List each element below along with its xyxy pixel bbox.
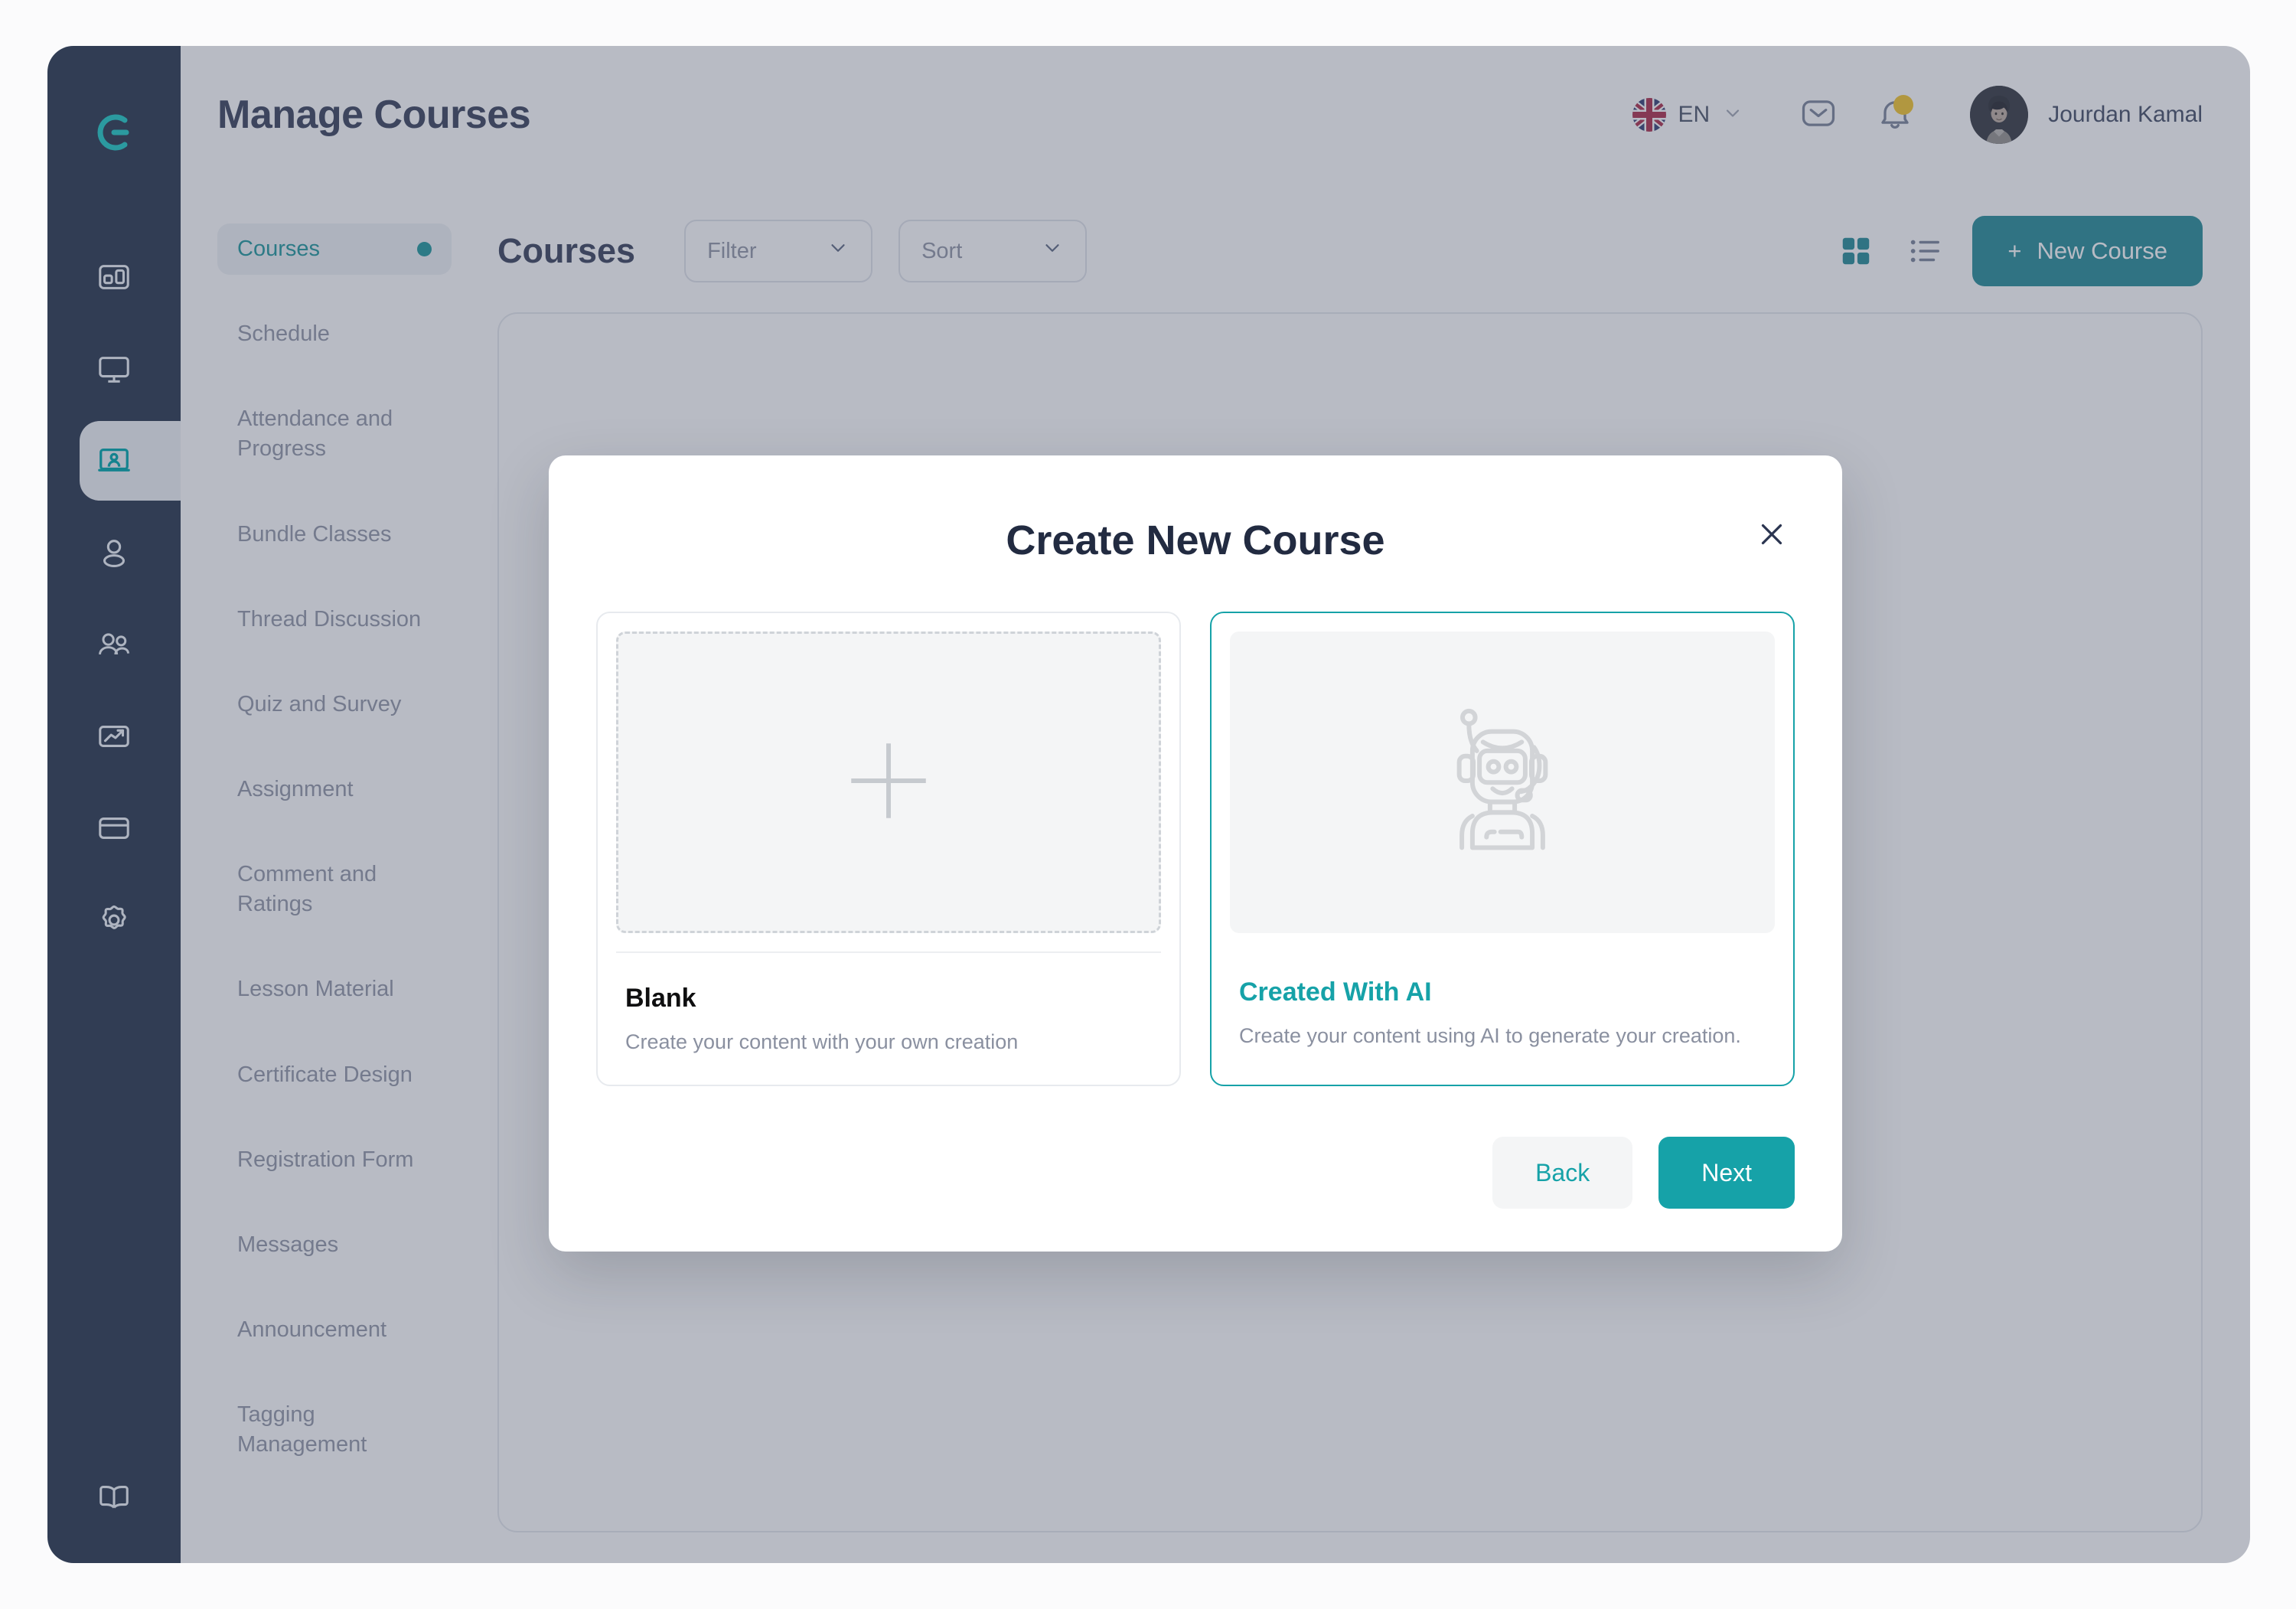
ai-card-body: Created With AI Create your content usin… [1230, 933, 1775, 1079]
blank-thumbnail [616, 632, 1161, 933]
icon-rail [47, 46, 199, 1563]
course-type-options: Blank Create your content with your own … [596, 612, 1795, 1086]
close-button[interactable] [1749, 512, 1795, 558]
trending-chart-icon [96, 719, 132, 754]
users-group-icon [96, 626, 132, 663]
credit-card-icon [96, 811, 132, 846]
blank-card-body: Blank Create your content with your own … [616, 951, 1161, 1085]
rail-item-analytics[interactable] [47, 690, 181, 782]
ai-thumbnail [1230, 632, 1775, 933]
robot-icon [1414, 693, 1590, 873]
modal-header: Create New Course [596, 498, 1795, 564]
rail-item-library[interactable] [47, 1480, 181, 1519]
dashboard-icon [96, 259, 132, 295]
modal-actions: Back Next [596, 1137, 1795, 1209]
monitor-icon [96, 351, 132, 387]
next-button[interactable]: Next [1658, 1137, 1795, 1209]
book-icon [96, 1480, 132, 1519]
rail-item-dashboard[interactable] [47, 231, 181, 323]
app-window: Manage Courses EN Jourdan Kamal Courses … [47, 46, 2250, 1563]
close-icon [1754, 517, 1789, 554]
option-card-blank[interactable]: Blank Create your content with your own … [596, 612, 1181, 1086]
gear-icon [96, 902, 132, 938]
rail-item-billing[interactable] [47, 782, 181, 874]
plus-icon [839, 731, 938, 834]
classroom-icon [96, 443, 132, 478]
user-icon [96, 535, 132, 570]
ai-card-description: Create your content using AI to generate… [1239, 1024, 1741, 1047]
rail-item-users-group[interactable] [47, 599, 181, 690]
blank-card-description: Create your content with your own creati… [625, 1030, 1019, 1053]
create-new-course-modal: Create New Course Blank Create your cont… [549, 455, 1842, 1252]
brand-logo-icon [89, 107, 139, 158]
rail-item-list [47, 231, 199, 966]
back-button[interactable]: Back [1492, 1137, 1633, 1209]
blank-card-title: Blank [625, 984, 696, 1013]
ai-card-title: Created With AI [1239, 977, 1432, 1007]
rail-item-user[interactable] [47, 507, 181, 599]
rail-item-classroom[interactable] [47, 415, 199, 507]
rail-item-monitor[interactable] [47, 323, 181, 415]
modal-title: Create New Course [1006, 517, 1385, 563]
option-card-created-with-ai[interactable]: Created With AI Create your content usin… [1210, 612, 1795, 1086]
rail-item-settings[interactable] [47, 874, 181, 966]
